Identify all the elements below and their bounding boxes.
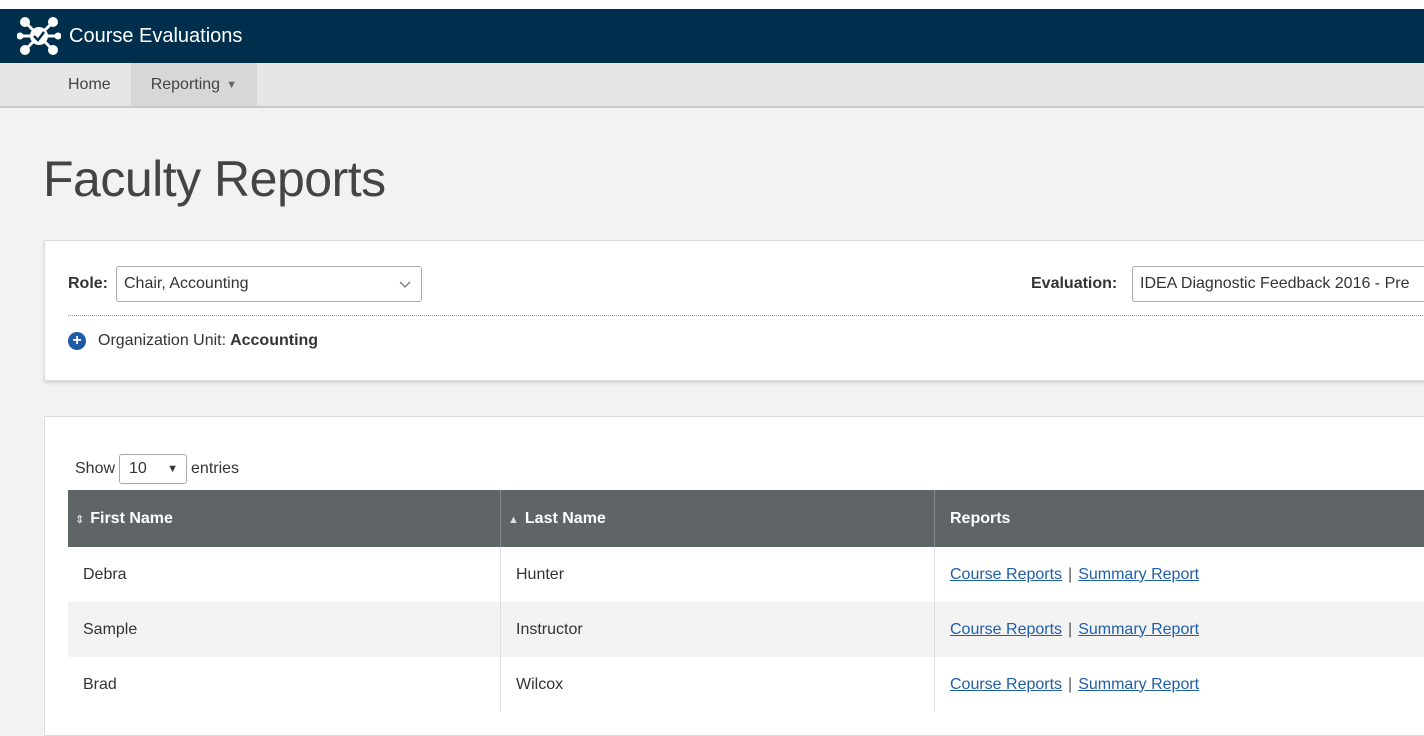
summary-report-link[interactable]: Summary Report (1078, 676, 1199, 693)
nav-home-label: Home (68, 76, 111, 94)
evaluation-label: Evaluation: (1031, 275, 1117, 293)
evaluation-value: IDEA Diagnostic Feedback 2016 - Pre (1140, 275, 1409, 293)
summary-report-link[interactable]: Summary Report (1078, 566, 1199, 583)
chevron-down-icon (399, 274, 411, 297)
cell-first-name: Sample (68, 602, 501, 657)
app-title: Course Evaluations (69, 25, 242, 48)
cell-first-name: Brad (68, 657, 501, 712)
page-length-control: Show 10 ▼ entries (75, 454, 239, 484)
column-header-reports: Reports (935, 490, 1424, 547)
cell-reports: Course Reports | Summary Report (935, 602, 1424, 657)
cell-last-name: Instructor (501, 602, 935, 657)
entries-label: entries (191, 460, 239, 478)
nav-reporting[interactable]: Reporting ▼ (131, 63, 257, 106)
filters-panel: Role: Chair, Accounting Evaluation: IDEA… (44, 240, 1424, 381)
course-reports-link[interactable]: Course Reports (950, 676, 1062, 693)
app-logo-icon[interactable] (17, 14, 61, 58)
course-reports-link[interactable]: Course Reports (950, 566, 1062, 583)
nav-home[interactable]: Home (48, 63, 131, 106)
cell-reports: Course Reports | Summary Report (935, 547, 1424, 602)
org-unit-row[interactable]: + Organization Unit: Accounting (68, 332, 318, 350)
column-label: Reports (950, 510, 1010, 527)
show-label: Show (75, 460, 115, 478)
sort-asc-icon: ▲ (508, 514, 519, 526)
sort-both-icon: ⇕ (75, 514, 84, 526)
faculty-table: ⇕ First Name ▲ Last Name Reports Debra Hun… (68, 490, 1424, 712)
main-nav: Home Reporting ▼ (0, 63, 1424, 108)
page-length-value: 10 (129, 460, 147, 478)
column-label: First Name (90, 510, 173, 527)
org-unit-label: Organization Unit: (98, 332, 226, 350)
link-separator: | (1068, 621, 1072, 638)
column-header-last-name[interactable]: ▲ Last Name (501, 490, 935, 547)
org-unit-value: Accounting (230, 332, 318, 350)
evaluation-select[interactable]: IDEA Diagnostic Feedback 2016 - Pre (1132, 266, 1424, 302)
cell-last-name: Wilcox (501, 657, 935, 712)
results-panel: Show 10 ▼ entries ⇕ First Name ▲ Last Name… (44, 416, 1424, 736)
table-row: Brad Wilcox Course Reports | Summary Repor… (68, 657, 1424, 712)
role-select[interactable]: Chair, Accounting (116, 266, 422, 302)
cell-first-name: Debra (68, 547, 501, 602)
column-label: Last Name (525, 510, 606, 527)
cell-reports: Course Reports | Summary Report (935, 657, 1424, 712)
table-row: Sample Instructor Course Reports | Summary… (68, 602, 1424, 657)
table-row: Debra Hunter Course Reports | Summary Repo… (68, 547, 1424, 602)
top-header: Course Evaluations (0, 0, 1424, 63)
expand-plus-icon[interactable]: + (68, 332, 86, 350)
role-value: Chair, Accounting (124, 275, 249, 293)
course-reports-link[interactable]: Course Reports (950, 621, 1062, 638)
caret-down-icon: ▼ (167, 463, 178, 475)
page-title: Faculty Reports (43, 150, 386, 208)
link-separator: | (1068, 566, 1072, 583)
summary-report-link[interactable]: Summary Report (1078, 621, 1199, 638)
cell-last-name: Hunter (501, 547, 935, 602)
nav-reporting-label: Reporting (151, 76, 220, 94)
role-label: Role: (68, 275, 108, 293)
link-separator: | (1068, 676, 1072, 693)
table-header-row: ⇕ First Name ▲ Last Name Reports (68, 490, 1424, 547)
column-header-first-name[interactable]: ⇕ First Name (68, 490, 501, 547)
page-length-select[interactable]: 10 ▼ (119, 454, 187, 484)
filters-divider (68, 315, 1424, 316)
caret-down-icon: ▼ (226, 79, 237, 91)
